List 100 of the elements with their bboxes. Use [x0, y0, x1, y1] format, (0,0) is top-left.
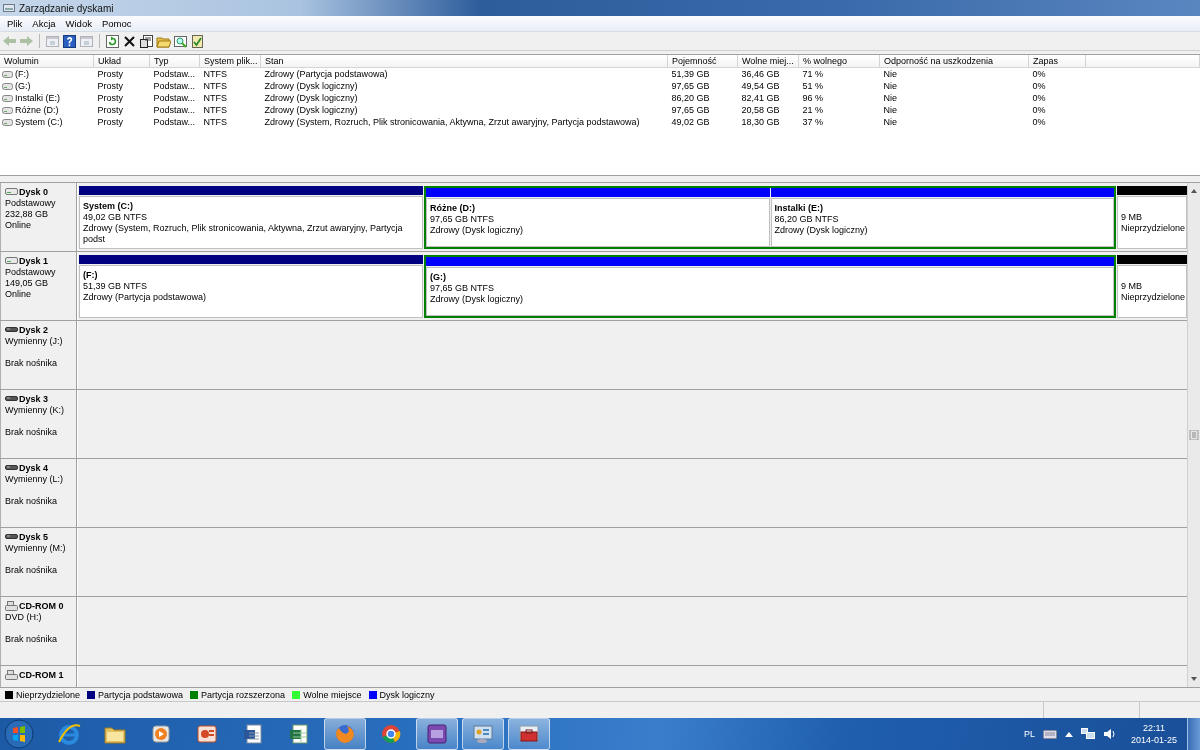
column-header[interactable]: Wolne miej... [737, 55, 799, 68]
disk-name: CD-ROM 0 [19, 601, 64, 611]
disk-status: Brak nośnika [5, 565, 59, 576]
scroll-thumb-icon[interactable] [1189, 430, 1199, 440]
column-header[interactable]: System plik... [199, 55, 261, 68]
chip-icon[interactable] [425, 722, 449, 746]
partition-size: 86,20 GB NTFS [774, 214, 840, 225]
column-header[interactable]: % wolnego [798, 55, 880, 68]
column-header[interactable]: Typ [149, 55, 200, 68]
partition-size: 9 MB [1121, 281, 1143, 292]
play-icon[interactable] [149, 722, 173, 746]
document-icon[interactable] [139, 33, 154, 49]
drive-icon [2, 107, 13, 115]
partition-size: 9 MB [1121, 212, 1143, 223]
partition-name: Instalki (E:) [774, 203, 824, 214]
show-desktop-button[interactable] [1187, 718, 1200, 750]
partition-status: Zdrowy (Dysk logiczny) [430, 225, 524, 236]
disk-name: Dysk 2 [19, 325, 49, 335]
keyboard-icon[interactable] [1042, 729, 1057, 739]
extended-partition[interactable]: Różne (D:) 97,65 GB NTFS Zdrowy (Dysk logiczny) Instalki (E:) 86,20 GB NTFS Zdrowy (Dysk logiczny) [424, 186, 1116, 249]
disk-status: Online [5, 220, 32, 231]
partition-status: Zdrowy (System, Rozruch, Plik stronicowania, Aktywna, Zrzut awaryjny, Partycja podst [83, 223, 404, 245]
legend-label: Dysk logiczny [379, 689, 435, 700]
table-cell: 51,39 GB [667, 67, 738, 80]
table-cell-text: Zdrowy (System, Rozruch, Plik stronicowania, Aktywna, Zrzut awaryjny, Partycja podstawowa) [263, 116, 641, 128]
help-icon[interactable] [62, 33, 77, 49]
table-cell-text: Nie [882, 116, 898, 128]
column-header[interactable]: Stan [260, 55, 668, 68]
table-cell: Nie [879, 67, 1029, 80]
table-cell-text: 82,41 GB [740, 92, 781, 104]
partition-size: 49,02 GB NTFS [83, 212, 149, 223]
language-indicator[interactable]: PL [1023, 729, 1035, 739]
spreadsheet-icon[interactable] [287, 722, 311, 746]
table-cell-text: 0% [1031, 104, 1047, 116]
chrome-ring-icon[interactable] [379, 722, 403, 746]
x-mark-icon[interactable] [122, 33, 137, 49]
document-icon[interactable] [241, 722, 265, 746]
table-cell: Zdrowy (Partycja podstawowa) [260, 67, 668, 80]
legend-label: Nieprzydzielone [16, 689, 81, 700]
disk-size: 232,88 GB [5, 209, 50, 220]
table-cell-text: 0% [1031, 92, 1047, 104]
document-check-icon[interactable] [190, 33, 205, 49]
disk-name: Dysk 4 [19, 463, 49, 473]
table-cell-text: 49,02 GB [670, 116, 711, 128]
table-cell: 0% [1028, 67, 1086, 80]
search-icon[interactable] [173, 33, 188, 49]
disk-status: Brak nośnika [5, 496, 59, 507]
partition-name: (G:) [430, 272, 447, 283]
partition-name: Różne (D:) [430, 203, 476, 214]
column-header[interactable]: Pojemność [667, 55, 738, 68]
refresh-icon[interactable] [105, 33, 120, 49]
table-cell-text: NTFS [202, 116, 228, 128]
menu-item[interactable]: Akcja [27, 18, 61, 29]
control-panel-icon[interactable] [471, 722, 495, 746]
table-cell-text: Podstaw... [152, 104, 197, 116]
network-icon[interactable] [1080, 728, 1095, 740]
disk-name: Dysk 1 [19, 256, 49, 266]
table-cell-text: Podstaw... [152, 80, 197, 92]
disk-type: DVD (H:) [5, 612, 43, 623]
table-cell-text: 21 % [801, 104, 824, 116]
disk-type: Podstawowy [5, 267, 57, 278]
table-cell-text: Nie [882, 104, 898, 116]
menu-item[interactable]: Plik [2, 18, 28, 29]
table-cell: Różne (D:) [15, 105, 59, 115]
table-cell: System (C:) [15, 117, 63, 127]
table-cell: Instalki (E:) [15, 93, 60, 103]
partition-name: (F:) [83, 270, 99, 281]
legend-label: Partycja podstawowa [98, 689, 184, 700]
table-cell-text: 97,65 GB [670, 80, 711, 92]
table-cell-text: Prosty [96, 92, 124, 104]
table-cell-text: 86,20 GB [670, 92, 711, 104]
table-cell: 36,46 GB [737, 67, 799, 80]
table-cell: (F:) [15, 69, 29, 79]
partition-name: System (C:) [83, 201, 134, 212]
table-cell: Podstaw... [149, 67, 200, 80]
scrollbar[interactable] [1187, 183, 1200, 687]
table-cell-text: Zdrowy (Dysk logiczny) [263, 80, 359, 92]
browser-icon[interactable] [57, 722, 81, 746]
clock-time[interactable]: 22:11 [1143, 722, 1165, 734]
window-title: Zarządzanie dyskami [19, 2, 114, 14]
clock-date[interactable]: 2014-01-25 [1130, 734, 1177, 746]
table-cell-text: NTFS [202, 80, 228, 92]
table-cell: 71 % [798, 67, 880, 80]
menu-item[interactable]: Pomoc [96, 18, 137, 29]
column-header[interactable]: Układ [93, 55, 150, 68]
presentation-icon[interactable] [195, 722, 219, 746]
table-cell-text: Nie [882, 80, 898, 92]
column-header[interactable]: Odporność na uszkodzenia [879, 55, 1029, 68]
start-button-icon[interactable] [4, 719, 34, 749]
legend-label: Partycja rozszerzona [201, 689, 286, 700]
disk-type: Podstawowy [5, 198, 57, 209]
column-header[interactable]: Zapas [1028, 55, 1086, 68]
speaker-icon[interactable] [1102, 728, 1117, 740]
disk-name: CD-ROM 1 [19, 670, 64, 680]
table-cell-text: Zdrowy (Dysk logiczny) [263, 92, 359, 104]
drive-icon [2, 95, 13, 103]
show-hidden-icon[interactable] [1064, 731, 1073, 737]
partition-size: 97,65 GB NTFS [430, 214, 496, 225]
column-header[interactable]: Wolumin [0, 55, 94, 68]
menu-item[interactable]: Widok [60, 18, 97, 29]
